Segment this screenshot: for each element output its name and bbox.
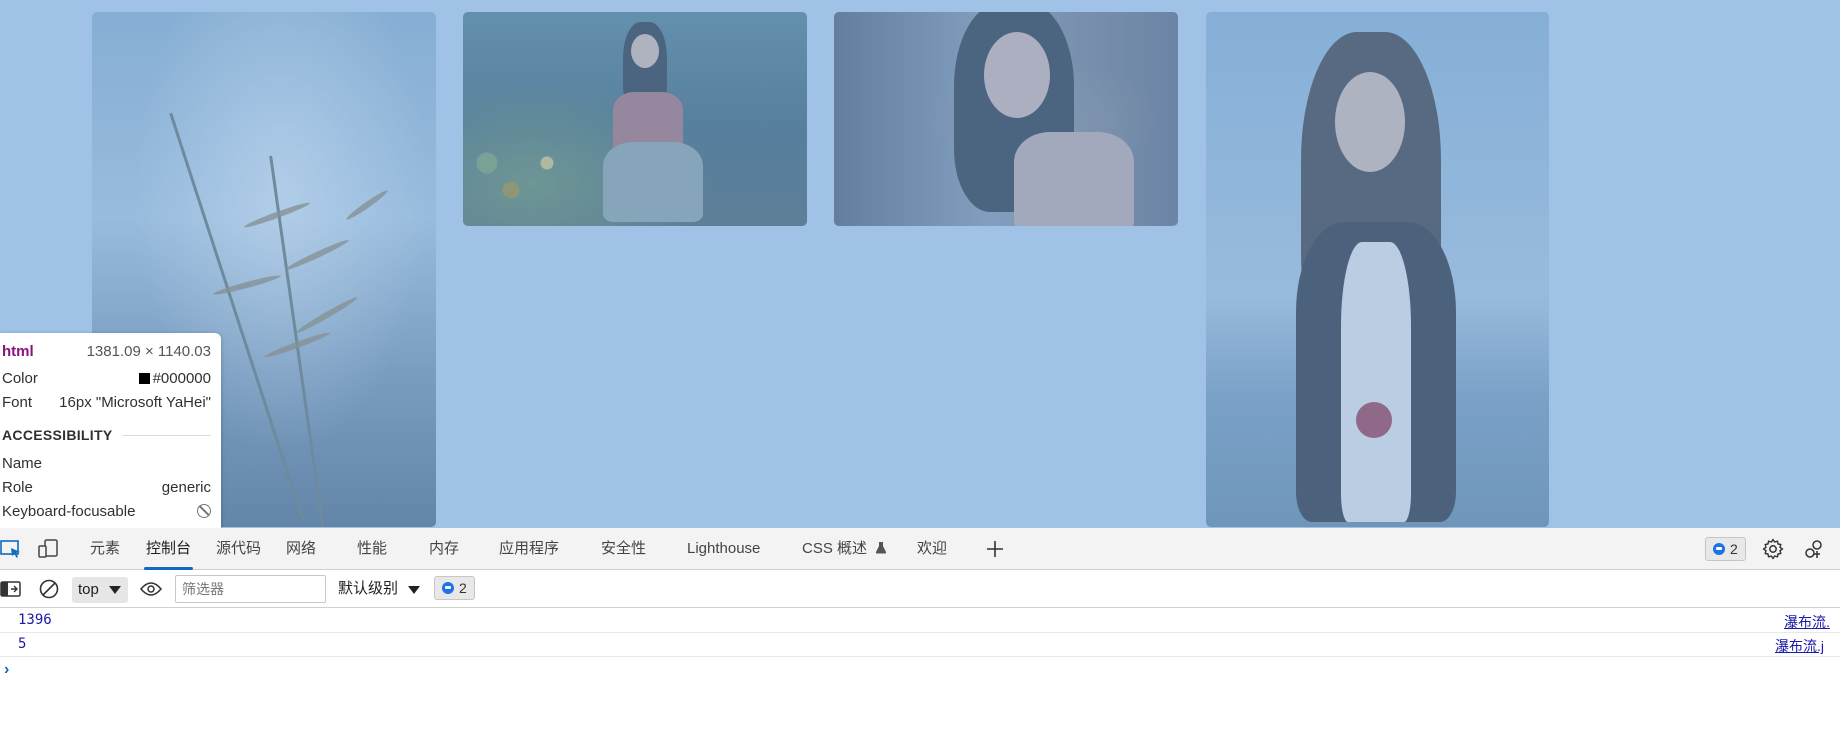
log-source-link[interactable]: 瀑布流.: [1784, 612, 1830, 632]
color-value: #000000: [138, 370, 211, 387]
device-emulation-icon[interactable]: [38, 538, 60, 560]
element-tag: html: [2, 342, 34, 360]
tab-performance[interactable]: 性能: [357, 528, 387, 569]
customize-devtools-icon[interactable]: [1803, 538, 1825, 560]
accessibility-heading: ACCESSIBILITY: [2, 427, 113, 443]
clear-console-icon[interactable]: [38, 578, 60, 600]
log-level-dropdown[interactable]: 默认级别: [338, 570, 420, 608]
waterfall-image-girl-standing: [1206, 12, 1549, 527]
name-label: Name: [2, 454, 43, 472]
not-allowed-icon: [197, 504, 211, 518]
waterfall-image-girl-portrait: [834, 12, 1178, 226]
console-log-row: 5 瀑布流.j: [0, 633, 1840, 657]
sidebar-toggle-icon[interactable]: [0, 578, 22, 600]
color-swatch-icon: [138, 372, 150, 384]
tab-css-overview[interactable]: CSS 概述: [802, 528, 887, 569]
message-icon: [1713, 543, 1725, 555]
keyboard-focusable-label: Keyboard-focusable: [2, 502, 136, 520]
tab-application[interactable]: 应用程序: [499, 528, 559, 569]
tab-memory[interactable]: 内存: [429, 528, 459, 569]
tab-elements[interactable]: 元素: [90, 528, 120, 569]
console-prompt[interactable]: ›: [4, 661, 9, 679]
flask-icon: [875, 529, 887, 571]
message-icon: [442, 582, 454, 594]
role-value: generic: [161, 478, 211, 496]
inspect-element-icon[interactable]: [0, 538, 22, 560]
filter-input[interactable]: [175, 575, 326, 603]
role-label: Role: [2, 478, 33, 496]
chevron-down-icon: [109, 586, 121, 594]
add-tab-icon[interactable]: [984, 538, 1006, 560]
context-selector[interactable]: top: [72, 577, 128, 603]
font-label: Font: [2, 393, 33, 411]
tab-network[interactable]: 网络: [286, 528, 316, 569]
console-toolbar: top 默认级别 2: [0, 570, 1840, 608]
element-dimensions: 1381.09 × 1140.03: [86, 342, 211, 360]
console-log-row: 1396 瀑布流.: [0, 609, 1840, 633]
devtools-panel: 元素 控制台 源代码 网络 性能 内存 应用程序 安全性 Lighthouse …: [0, 528, 1840, 749]
tab-sources[interactable]: 源代码: [216, 528, 261, 569]
inspector-tooltip: html 1381.09 × 1140.03 Color #000000 Fon…: [0, 333, 221, 528]
tab-console[interactable]: 控制台: [143, 528, 194, 570]
page-viewport: [0, 0, 1840, 528]
log-value: 1396: [18, 612, 52, 628]
settings-gear-icon[interactable]: [1762, 538, 1784, 560]
issues-badge[interactable]: 2: [1705, 537, 1746, 561]
tab-welcome[interactable]: 欢迎: [917, 528, 947, 569]
color-label: Color: [2, 369, 38, 387]
waterfall-image-girl-sitting: [463, 12, 807, 226]
section-divider: [122, 434, 211, 436]
tab-security[interactable]: 安全性: [601, 528, 646, 569]
devtools-tab-bar: 元素 控制台 源代码 网络 性能 内存 应用程序 安全性 Lighthouse …: [0, 528, 1840, 570]
log-value: 5: [18, 636, 27, 652]
tab-lighthouse[interactable]: Lighthouse: [687, 528, 760, 569]
log-source-link[interactable]: 瀑布流.j: [1775, 636, 1824, 656]
font-value: 16px "Microsoft YaHei": [59, 393, 211, 411]
messages-badge[interactable]: 2: [434, 576, 475, 600]
chevron-down-icon: [408, 586, 420, 594]
live-expression-eye-icon[interactable]: [140, 578, 162, 600]
